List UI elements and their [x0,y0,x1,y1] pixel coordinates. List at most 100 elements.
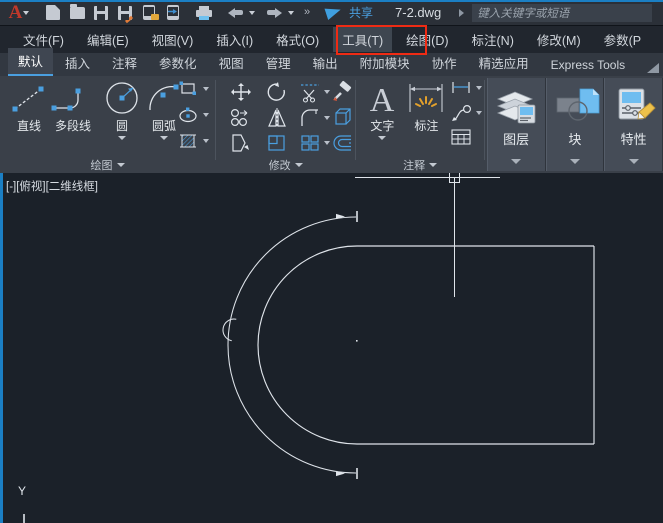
undo-chevron-down-icon[interactable] [249,10,255,15]
save-as-icon[interactable] [113,2,137,24]
panel-layers-expand-icon[interactable] [511,159,522,164]
annotation-leader-button[interactable] [450,104,483,122]
tab-addins[interactable]: 附加模块 [350,50,420,76]
tab-annotate[interactable]: 注释 [102,50,147,76]
draw-arc-dropdown-icon[interactable] [160,136,168,140]
menu-item-view[interactable]: 视图(V) [143,27,203,52]
menu-item-edit[interactable]: 编辑(E) [78,27,138,52]
tab-insert[interactable]: 插入 [55,50,100,76]
more-chevrons-icon[interactable]: » [294,2,318,24]
draw-circle-button[interactable]: 圆 [99,80,145,140]
document-chevron-right-icon[interactable] [459,8,465,17]
menu-item-dimension[interactable]: 标注(N) [463,27,523,52]
linear-dimension-icon [452,82,470,93]
modify-scale-button[interactable] [266,133,288,153]
search-input[interactable]: 键入关键字或短语 [472,3,653,22]
panel-annotation-title[interactable]: 注释 [356,156,483,173]
modify-mirror-button[interactable] [266,108,288,128]
draw-polyline-label: 多段线 [54,119,91,133]
application-menu-button[interactable]: A [4,1,34,25]
draw-ellipse-button[interactable] [178,106,209,124]
panel-block[interactable]: 块 [545,78,605,171]
panel-properties-expand-icon[interactable] [628,159,639,164]
draw-hatch-dropdown-icon[interactable] [203,139,209,143]
modify-erase-button[interactable] [332,80,354,102]
panel-draw-title[interactable]: 绘图 [0,156,215,173]
annotation-text-button[interactable]: A 文字 [360,80,404,140]
panel-draw: 直线 多段线 圆 圆弧 绘图 [0,76,215,173]
explode-icon [335,108,351,125]
menu-item-format[interactable]: 格式(O) [267,27,328,52]
share-label[interactable]: 共享 [349,4,373,21]
redo-icon[interactable] [262,2,286,24]
menu-item-modify[interactable]: 修改(M) [528,27,590,52]
panel-draw-expand-icon[interactable] [116,162,125,167]
modify-rotate-button[interactable] [266,82,288,102]
erase-icon [333,80,352,101]
modify-copy-button[interactable] [230,108,252,128]
annotation-table-button[interactable] [450,128,472,146]
modify-offset-button[interactable] [332,133,354,153]
panel-layers[interactable]: 图层 [486,78,546,171]
tab-parametric[interactable]: 参数化 [149,50,207,76]
modify-array-dropdown-icon[interactable] [324,141,331,145]
panel-annotation-expand-icon[interactable] [429,162,438,167]
ribbon-minimize-icon[interactable] [647,63,659,73]
line-icon [12,86,44,112]
mirror-icon [268,108,286,128]
new-file-icon[interactable] [41,2,65,24]
draw-rectangle-button[interactable] [178,80,209,98]
tab-output[interactable]: 输出 [303,50,348,76]
tab-home[interactable]: 默认 [8,48,54,76]
menu-item-draw[interactable]: 绘图(D) [397,27,457,52]
panel-modify-label: 修改 [268,159,291,172]
properties-icon [618,88,656,120]
annotation-linear-dimension-button[interactable] [450,80,483,96]
scale-icon [268,135,285,151]
menu-item-parametric[interactable]: 参数(P [595,27,651,52]
drawing-canvas[interactable]: [-][俯视][二维线框] 516 [0,173,663,523]
panel-modify: 修改 [216,76,355,173]
modify-array-button[interactable] [300,133,331,153]
menu-item-insert[interactable]: 插入(I) [207,27,262,52]
panel-properties[interactable]: 特性 [604,78,663,171]
draw-hatch-button[interactable] [178,132,209,150]
draw-circle-dropdown-icon[interactable] [118,136,126,140]
panel-block-expand-icon[interactable] [569,159,580,164]
array-icon [301,135,319,151]
draw-rectangle-dropdown-icon[interactable] [203,87,209,91]
draw-polyline-button[interactable]: 多段线 [50,82,96,134]
modify-fillet-button[interactable] [300,108,331,128]
autocad-window: A » 共享 7-2.dwg 键入关键字或短语 文件(F) 编辑(E) 视图(V… [0,0,663,523]
annotation-linear-dropdown-icon[interactable] [476,86,483,90]
tab-view[interactable]: 视图 [209,50,254,76]
import-device-icon[interactable] [161,2,185,24]
leader-icon [452,104,472,121]
save-icon[interactable] [89,2,113,24]
panel-modify-expand-icon[interactable] [294,162,303,167]
annotation-dimension-button[interactable]: 标注 [402,82,450,134]
draw-ellipse-dropdown-icon[interactable] [203,113,209,117]
annotation-leader-dropdown-icon[interactable] [476,111,483,115]
tab-featured-apps[interactable]: 精选应用 [469,50,539,76]
panel-modify-title[interactable]: 修改 [216,156,355,173]
tab-express-tools[interactable]: Express Tools [541,55,635,76]
menu-item-tools[interactable]: 工具(T) [333,27,393,52]
share-icon[interactable] [322,2,346,24]
modify-trim-button[interactable] [300,82,331,103]
draw-line-button[interactable]: 直线 [6,82,52,134]
tab-collaborate[interactable]: 协作 [422,50,467,76]
modify-explode-button[interactable] [332,108,354,128]
modify-move-button[interactable] [230,82,252,102]
tab-manage[interactable]: 管理 [256,50,301,76]
modify-stretch-button[interactable] [230,133,252,153]
undo-icon[interactable] [223,2,247,24]
print-icon[interactable] [192,2,216,24]
modify-trim-dropdown-icon[interactable] [324,90,331,94]
annotation-text-dropdown-icon[interactable] [378,136,387,140]
open-folder-icon[interactable] [65,2,89,24]
export-device-icon[interactable] [137,2,161,24]
draw-circle-label: 圆 [115,119,128,133]
hatch-icon [180,134,196,148]
modify-fillet-dropdown-icon[interactable] [324,116,331,120]
